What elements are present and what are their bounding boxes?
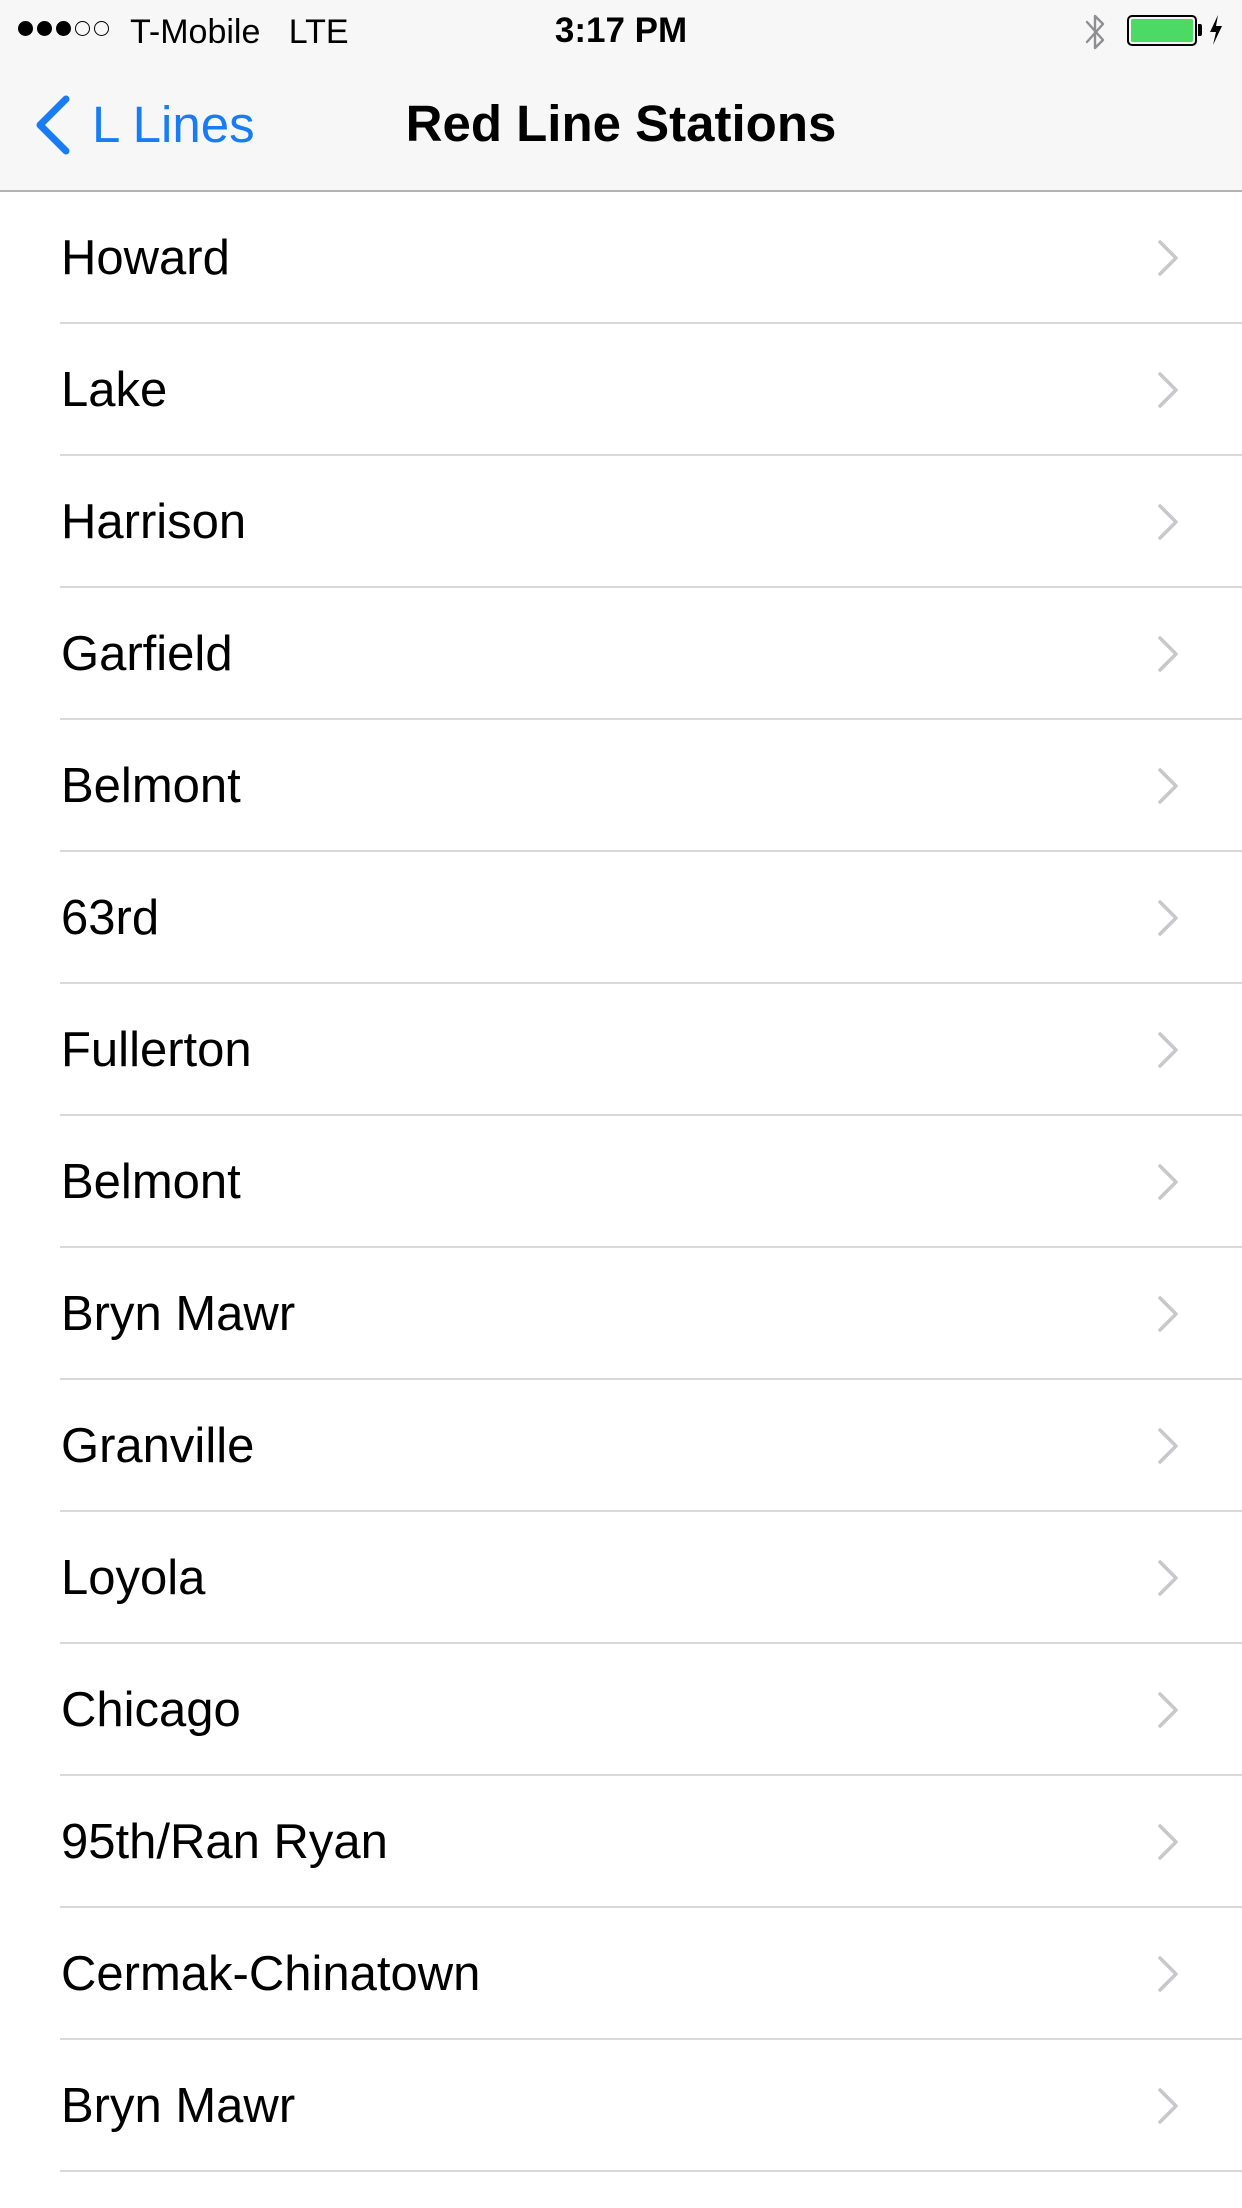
station-name: Granville — [61, 1419, 255, 1473]
station-name: Bryn Mawr — [61, 1287, 296, 1341]
station-row[interactable]: Belmont — [0, 720, 1242, 852]
station-row[interactable]: Belmont — [0, 1116, 1242, 1248]
station-row[interactable]: Granville — [0, 1380, 1242, 1512]
chevron-right-icon — [1158, 636, 1178, 672]
station-row[interactable]: Cermak-Chinatown — [0, 1908, 1242, 2040]
chevron-right-icon — [1158, 372, 1178, 408]
chevron-right-icon — [1158, 900, 1178, 936]
station-name: Garfield — [61, 627, 233, 681]
station-row[interactable]: Loyola — [0, 1512, 1242, 1644]
station-list: Howard Lake Harrison Garfield Belmont 63rd Ful… — [0, 192, 1242, 2172]
chevron-right-icon — [1158, 2088, 1178, 2124]
battery-icon — [1127, 15, 1197, 46]
navigation-bar: L Lines Red Line Stations — [0, 60, 1242, 190]
bluetooth-icon — [1085, 14, 1105, 50]
station-name: 63rd — [61, 891, 160, 945]
station-row[interactable]: 63rd — [0, 852, 1242, 984]
station-name: Loyola — [61, 1551, 206, 1605]
page-title: Red Line Stations — [405, 95, 837, 152]
station-name: Bryn Mawr — [61, 2079, 296, 2133]
chevron-right-icon — [1158, 1692, 1178, 1728]
station-name: Belmont — [61, 759, 241, 813]
station-row[interactable]: Fullerton — [0, 984, 1242, 1116]
battery-level — [1131, 19, 1193, 42]
station-name: Cermak-Chinatown — [61, 1947, 481, 2001]
station-row[interactable]: Chicago — [0, 1644, 1242, 1776]
chevron-right-icon — [1158, 1428, 1178, 1464]
station-row[interactable]: Lake — [0, 324, 1242, 456]
station-name: Chicago — [61, 1683, 241, 1737]
chevron-right-icon — [1158, 504, 1178, 540]
station-name: Belmont — [61, 1155, 241, 1209]
chevron-right-icon — [1158, 1560, 1178, 1596]
station-name: Harrison — [61, 495, 247, 549]
chevron-right-icon — [1158, 240, 1178, 276]
station-row[interactable]: Bryn Mawr — [0, 1248, 1242, 1380]
station-row[interactable]: Howard — [0, 192, 1242, 324]
station-name: Lake — [61, 363, 168, 417]
station-row[interactable]: 95th/Ran Ryan — [0, 1776, 1242, 1908]
station-row[interactable]: Harrison — [0, 456, 1242, 588]
station-name: Howard — [61, 231, 230, 285]
station-row[interactable]: Bryn Mawr — [0, 2040, 1242, 2172]
chevron-right-icon — [1158, 1824, 1178, 1860]
charging-bolt-icon — [1210, 15, 1222, 45]
station-name: Fullerton — [61, 1023, 252, 1077]
chevron-right-icon — [1158, 1164, 1178, 1200]
battery-tip — [1198, 24, 1202, 36]
station-name: 95th/Ran Ryan — [61, 1815, 388, 1869]
chevron-right-icon — [1158, 1956, 1178, 1992]
status-time: 3:17 PM — [554, 11, 688, 50]
chevron-right-icon — [1158, 1032, 1178, 1068]
chevron-right-icon — [1158, 1296, 1178, 1332]
status-bar: T-Mobile LTE 3:17 PM — [0, 0, 1242, 60]
header: T-Mobile LTE 3:17 PM L Lines Red Line St… — [0, 0, 1242, 192]
chevron-right-icon — [1158, 768, 1178, 804]
station-row[interactable]: Garfield — [0, 588, 1242, 720]
